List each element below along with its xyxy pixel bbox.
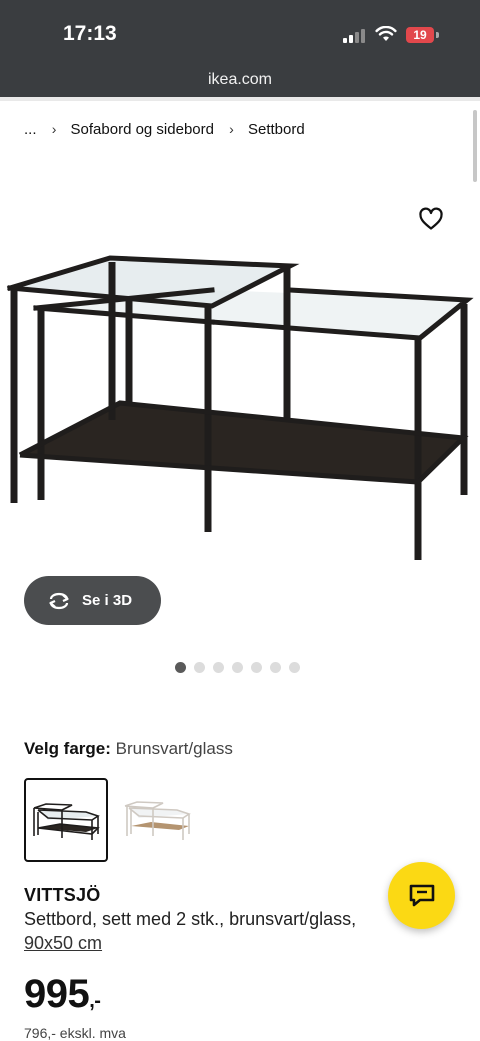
browser-topbar: 17:13 19 ikea.com xyxy=(0,0,480,97)
gallery-dot[interactable] xyxy=(194,662,205,673)
address-bar-url[interactable]: ikea.com xyxy=(0,71,480,89)
price-amount: 995 xyxy=(24,972,90,1016)
view-in-3d-button[interactable]: Se i 3D xyxy=(24,576,161,625)
rotate-3d-icon xyxy=(49,592,69,609)
color-swatch-white-glass[interactable] xyxy=(117,778,201,862)
gallery-dot[interactable] xyxy=(251,662,262,673)
color-label-prefix: Velg farge: xyxy=(24,739,111,758)
swatch-thumbnail-light xyxy=(124,801,191,840)
price-excluding-vat: 796,- ekskl. mva xyxy=(24,1025,126,1041)
product-dimensions-link[interactable]: 90x50 cm xyxy=(24,933,102,954)
product-price: 995,- xyxy=(24,972,101,1017)
nesting-table-illustration xyxy=(6,255,474,560)
cellular-signal-icon xyxy=(343,29,369,43)
color-swatch-brunsvart-glass[interactable] xyxy=(24,778,108,862)
gallery-dot[interactable] xyxy=(213,662,224,673)
chevron-right-icon: › xyxy=(229,121,234,138)
product-description: Settbord, sett med 2 stk., brunsvart/gla… xyxy=(24,909,357,929)
product-name: VITTSJÖ xyxy=(24,885,101,905)
gallery-dot[interactable] xyxy=(270,662,281,673)
status-time: 17:13 xyxy=(63,22,117,45)
selected-color-name: Brunsvart/glass xyxy=(115,739,233,758)
breadcrumb-ellipsis[interactable]: ... xyxy=(24,121,37,138)
chat-bubble-icon xyxy=(409,884,434,906)
wifi-icon xyxy=(375,26,397,41)
color-selector-label: Velg farge: Brunsvart/glass xyxy=(24,739,233,759)
chat-button[interactable] xyxy=(388,862,455,929)
scrollbar[interactable] xyxy=(473,110,477,182)
heart-icon[interactable] xyxy=(418,207,444,231)
swatch-thumbnail-dark xyxy=(33,803,100,840)
breadcrumb-item-settbord[interactable]: Settbord xyxy=(248,121,305,138)
product-image[interactable] xyxy=(0,190,480,570)
battery-icon: 19 xyxy=(406,27,434,43)
gallery-dot[interactable] xyxy=(232,662,243,673)
breadcrumb-item-sofabord[interactable]: Sofabord og sidebord xyxy=(71,121,214,138)
battery-tip xyxy=(436,32,439,38)
view-in-3d-label: Se i 3D xyxy=(82,592,133,609)
gallery-dot[interactable] xyxy=(289,662,300,673)
breadcrumb: ... › Sofabord og sidebord › Settbord xyxy=(24,120,305,138)
chevron-right-icon: › xyxy=(51,121,57,138)
page-load-strip xyxy=(0,97,480,101)
price-suffix: ,- xyxy=(89,990,101,1012)
gallery-dot[interactable] xyxy=(175,662,186,673)
gallery-pagination xyxy=(175,662,300,674)
